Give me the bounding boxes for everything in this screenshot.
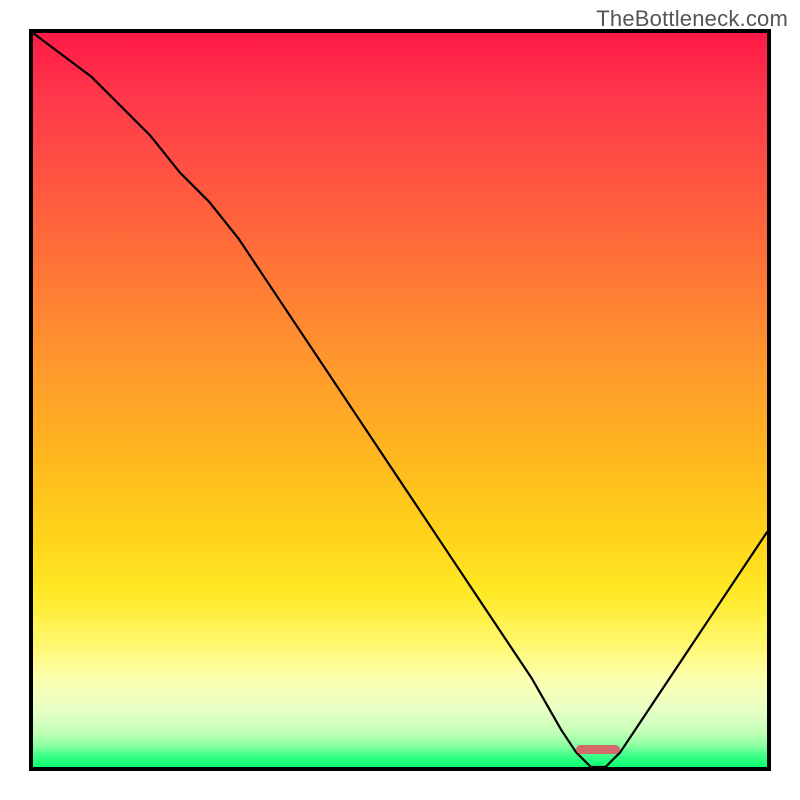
bottleneck-curve [33, 33, 767, 767]
plot-area [29, 29, 771, 771]
chart-root: TheBottleneck.com [0, 0, 800, 800]
watermark-text: TheBottleneck.com [596, 6, 788, 32]
optimal-range-marker [576, 745, 620, 754]
